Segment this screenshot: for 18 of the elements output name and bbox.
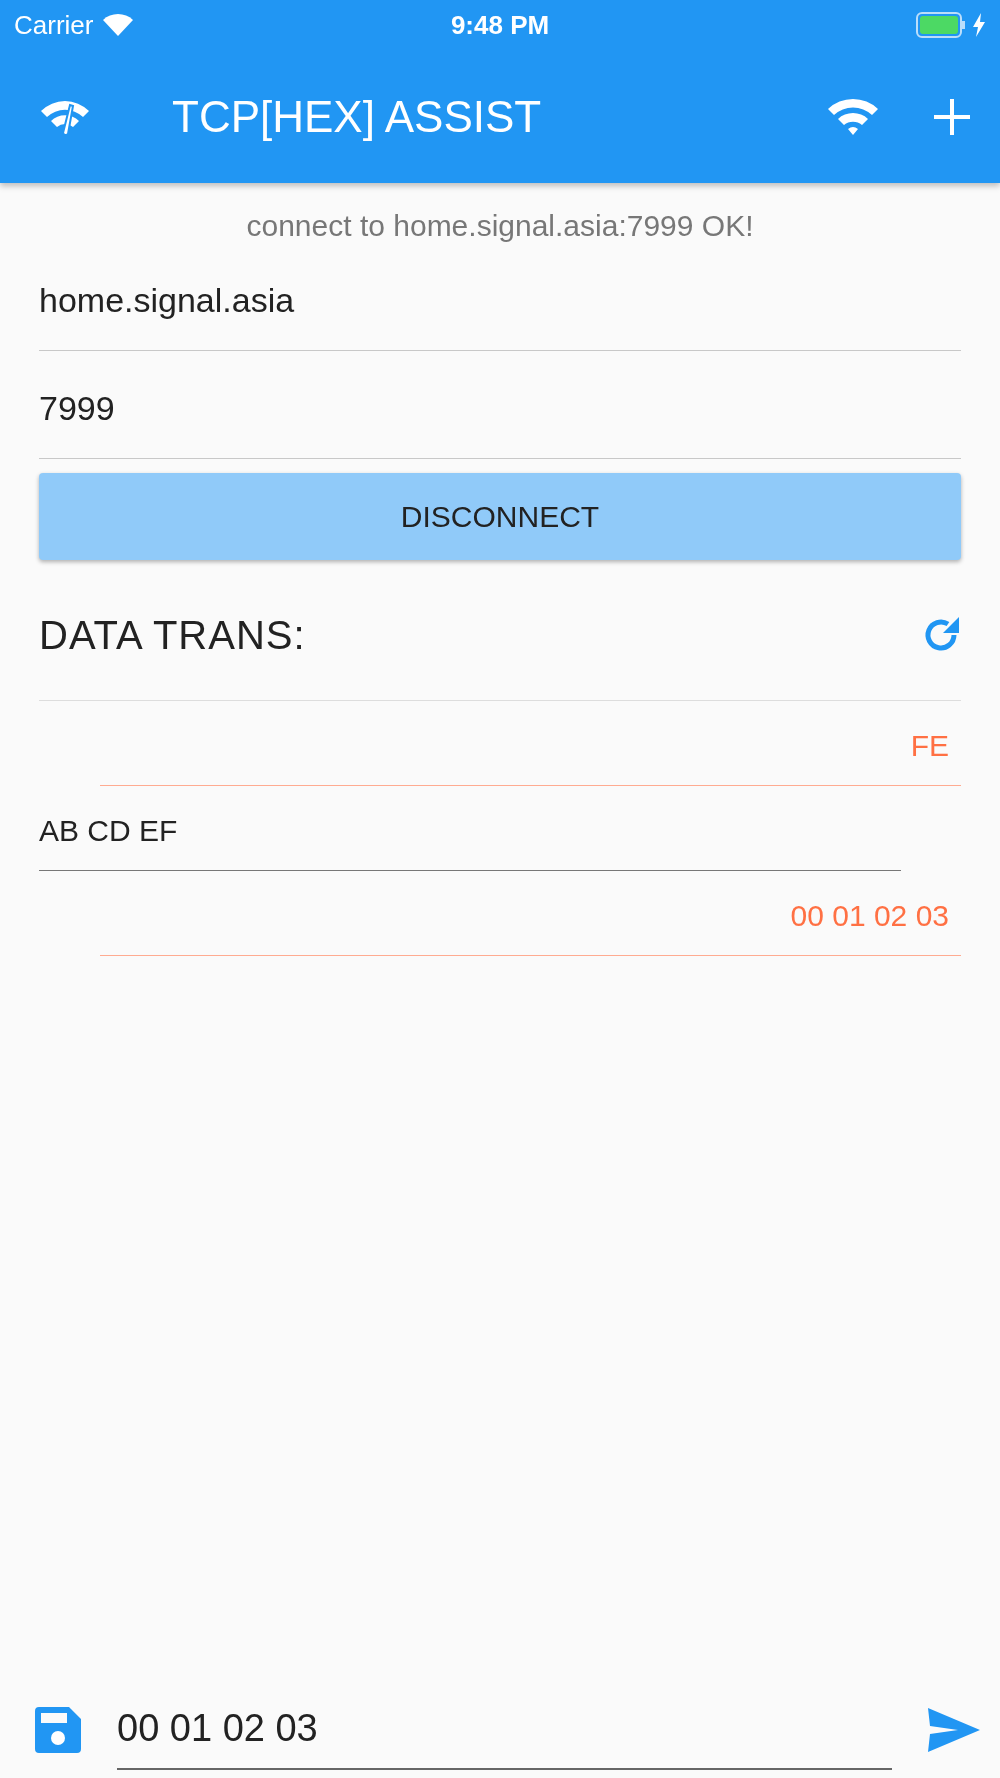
- port-field[interactable]: 7999: [39, 351, 961, 459]
- send-field[interactable]: 00 01 02 03: [117, 1689, 892, 1770]
- clock: 9:48 PM: [450, 9, 550, 41]
- sent-message: AB CD EF: [39, 786, 901, 871]
- send-icon[interactable]: [928, 1707, 980, 1752]
- app-title: TCP[HEX] ASSIST: [172, 91, 543, 142]
- section-title: DATA TRANS:: [39, 612, 306, 658]
- save-icon[interactable]: [35, 1706, 81, 1753]
- received-message: FE: [100, 701, 961, 786]
- carrier-label: Carrier: [14, 9, 94, 41]
- received-message: 00 01 02 03: [100, 871, 961, 956]
- connection-status: connect to home.signal.asia:7999 OK!: [245, 209, 755, 243]
- wifi-icon[interactable]: [826, 96, 880, 137]
- add-icon[interactable]: [934, 98, 970, 135]
- host-field[interactable]: home.signal.asia: [39, 243, 961, 351]
- wifi-icon: [103, 14, 134, 36]
- disconnect-button[interactable]: DISCONNECT: [39, 473, 961, 560]
- battery-icon: [916, 12, 966, 38]
